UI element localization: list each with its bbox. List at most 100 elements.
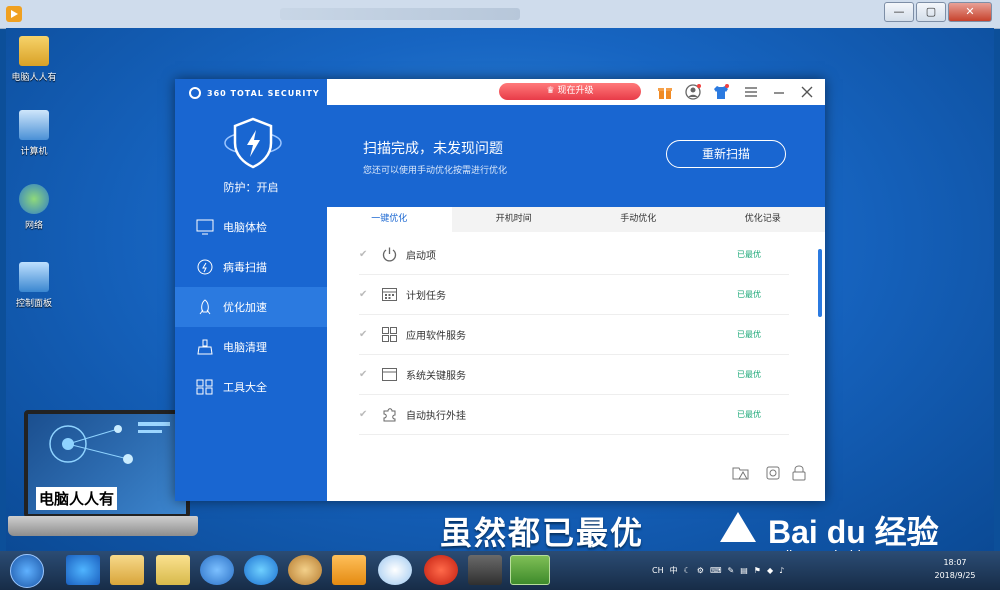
player-app-icon[interactable]	[6, 6, 22, 22]
start-button[interactable]	[10, 554, 44, 588]
clock[interactable]: 18:07 2018/9/25	[930, 556, 980, 582]
language-indicator[interactable]: CH	[652, 566, 664, 575]
wrench-icon[interactable]: ✎	[728, 566, 735, 575]
video-caption: 虽然都已最优	[440, 514, 645, 552]
desktop-icon-folder[interactable]: 电脑人人有	[4, 36, 64, 83]
tab-optimize-history[interactable]: 优化记录	[701, 207, 826, 232]
shield-tray-icon[interactable]: ◆	[767, 566, 773, 575]
film-icon[interactable]	[468, 555, 502, 585]
checkbox[interactable]: ✔	[359, 409, 369, 420]
sidebar-item-label: 病毒扫描	[223, 261, 267, 274]
security-app-window: 360 TOTAL SECURITY 防护：开启 电脑体检 病毒扫描 优化加速 …	[175, 79, 825, 501]
explorer-icon[interactable]	[110, 555, 144, 585]
brand-name: 360 TOTAL SECURITY	[207, 88, 320, 98]
checkbox[interactable]: ✔	[359, 329, 369, 340]
app-icon[interactable]	[378, 555, 412, 585]
checkbox[interactable]: ✔	[359, 289, 369, 300]
sidebar-item-label: 优化加速	[223, 301, 267, 314]
paint-icon[interactable]	[288, 555, 322, 585]
scrollbar-thumb[interactable]	[818, 249, 822, 317]
laptop-caption: 电脑人人有	[36, 487, 118, 510]
list-item[interactable]: ✔ 系统关键服务 已最优	[359, 354, 789, 395]
sidebar-item-virus-scan[interactable]: 病毒扫描	[175, 247, 327, 287]
sidebar-item-cleanup[interactable]: 电脑清理	[175, 327, 327, 367]
minimize-button[interactable]: —	[884, 2, 914, 22]
triangle-icon	[720, 512, 756, 542]
calendar-icon	[382, 287, 397, 301]
tab-bar: 一键优化 开机时间 手动优化 优化记录	[327, 207, 825, 232]
desktop-icon-network[interactable]: 网络	[4, 184, 64, 231]
desktop-icon-computer[interactable]: 计算机	[4, 110, 64, 157]
security-app-taskbar-icon[interactable]	[510, 555, 550, 585]
scan-result-title: 扫描完成，未发现问题	[363, 141, 503, 157]
menu-icon[interactable]	[743, 84, 759, 100]
chess-icon[interactable]	[424, 555, 458, 585]
maximize-button[interactable]: ▢	[916, 2, 946, 22]
list-item[interactable]: ✔ 启动项 已最优	[359, 234, 789, 275]
close-icon[interactable]	[799, 84, 815, 100]
desktop-icon-label: 控制面板	[15, 299, 52, 309]
skin-shirt-icon[interactable]	[713, 84, 729, 100]
desktop-icon-control-panel[interactable]: 控制面板	[4, 262, 64, 309]
broom-icon	[197, 339, 213, 355]
upgrade-button[interactable]: ♛ 现在升级	[499, 83, 641, 100]
titlebar-blurred-area	[280, 8, 520, 20]
flag-icon[interactable]: ⚑	[754, 566, 761, 575]
moon-icon[interactable]: ☾	[684, 566, 691, 575]
monitor-icon	[196, 219, 214, 235]
laptop-keyboard	[8, 516, 198, 536]
media-icon[interactable]	[200, 555, 234, 585]
lock-icon[interactable]	[790, 464, 808, 482]
network-graphic-icon	[49, 422, 170, 464]
apps-icon	[382, 326, 397, 342]
tab-manual-optimize[interactable]: 手动优化	[576, 207, 701, 232]
brand-logo-icon	[189, 87, 201, 99]
volume-icon[interactable]: ♪	[779, 566, 784, 575]
grid-icon	[196, 379, 213, 395]
list-item[interactable]: ✔ 应用软件服务 已最优	[359, 314, 789, 355]
window-titlebar: — ▢ ✕	[0, 0, 1000, 29]
sidebar-item-tools[interactable]: 工具大全	[175, 367, 327, 407]
sidebar-item-checkup[interactable]: 电脑体检	[175, 207, 327, 247]
gift-icon[interactable]	[657, 84, 673, 100]
clock-date: 2018/9/25	[934, 571, 976, 580]
list-item[interactable]: ✔ 自动执行外挂 已最优	[359, 394, 789, 435]
clock-time: 18:07	[943, 558, 967, 567]
status-badge: 已最优	[737, 329, 761, 339]
sidebar-item-label: 电脑体检	[223, 221, 267, 234]
rescan-button[interactable]: 重新扫描	[666, 140, 786, 168]
taskbar: CH 中 ☾ ⚙ ⌨ ✎ ▤ ⚑ ◆ ♪ 18:07 2018/9/25	[0, 551, 1000, 590]
sidebar: 360 TOTAL SECURITY 防护：开启 电脑体检 病毒扫描 优化加速 …	[175, 79, 327, 501]
folder-icon[interactable]	[156, 555, 190, 585]
account-icon[interactable]	[685, 84, 701, 100]
tab-boot-time[interactable]: 开机时间	[452, 207, 577, 232]
ie-icon[interactable]	[66, 555, 100, 585]
settings-chip-icon[interactable]	[764, 464, 782, 482]
minimize-icon[interactable]	[771, 84, 787, 100]
keyboard-icon[interactable]: ⌨	[710, 566, 722, 575]
checkbox[interactable]: ✔	[359, 249, 369, 260]
desktop-icon-label: 计算机	[20, 147, 48, 157]
close-window-button[interactable]: ✕	[948, 2, 992, 22]
list-item[interactable]: ✔ 计划任务 已最优	[359, 274, 789, 315]
rocket-icon	[199, 299, 211, 315]
puzzle-icon	[383, 407, 396, 421]
desktop-icon-label: 网络	[24, 221, 43, 231]
ime-indicator[interactable]: 中	[670, 565, 678, 576]
tab-one-click-optimize[interactable]: 一键优化	[327, 207, 452, 232]
scan-result-header: 扫描完成，未发现问题 您还可以使用手动优化按需进行优化 重新扫描	[327, 105, 825, 207]
checkbox[interactable]: ✔	[359, 369, 369, 380]
video-player-icon[interactable]	[332, 555, 366, 585]
settings-icon[interactable]: ⚙	[697, 566, 704, 575]
sidebar-item-label: 电脑清理	[223, 341, 267, 354]
control-panel-icon	[19, 262, 49, 292]
list-item-label: 应用软件服务	[406, 330, 466, 342]
folder-warning-icon[interactable]	[732, 464, 750, 482]
network-icon	[19, 184, 49, 214]
app-topbar: ♛ 现在升级	[327, 79, 825, 105]
browser-icon[interactable]	[244, 555, 278, 585]
status-badge: 已最优	[737, 249, 761, 259]
sidebar-item-label: 工具大全	[223, 381, 267, 394]
network-tray-icon[interactable]: ▤	[740, 566, 748, 575]
sidebar-item-optimize[interactable]: 优化加速	[175, 287, 327, 327]
